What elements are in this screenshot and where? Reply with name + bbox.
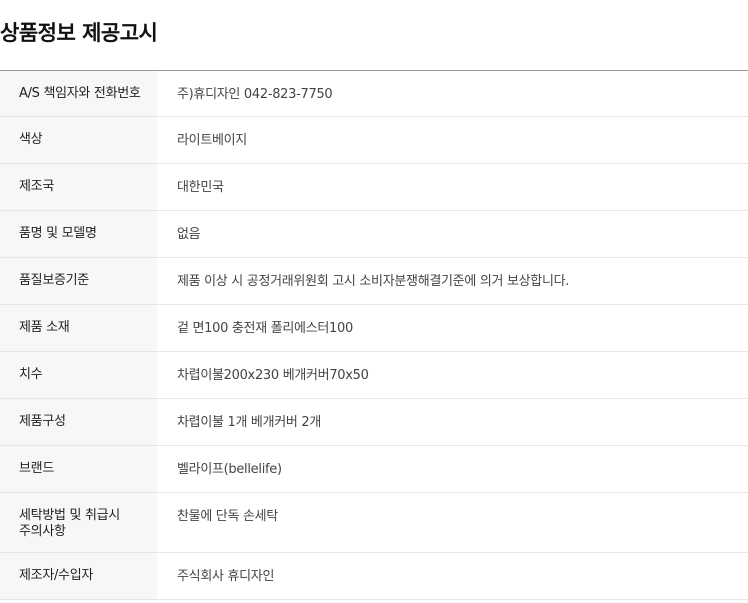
table-row: 품질보증기준 제품 이상 시 공정거래위원회 고시 소비자분쟁해결기준에 의거 … xyxy=(0,257,748,305)
row-value-size: 차렵이불200x230 베개커버70x50 xyxy=(177,368,369,383)
row-value-composition: 차렵이불 1개 베개커버 2개 xyxy=(177,415,322,430)
row-value-color: 라이트베이지 xyxy=(177,133,247,148)
table-row: 품명 및 모델명 없음 xyxy=(0,210,748,258)
row-label-material: 제품 소재 xyxy=(0,304,157,352)
page-title: 상품정보 제공고시 xyxy=(0,21,158,45)
row-value-care: 찬물에 단독 손세탁 xyxy=(177,509,278,524)
row-label-manufacturer: 제조자/수입자 xyxy=(0,552,157,600)
row-value-material: 겉 면100 충전재 폴리에스터100 xyxy=(177,321,353,336)
row-label-country: 제조국 xyxy=(0,163,157,211)
row-value-as-contact: 주)휴디자인 042-823-7750 xyxy=(177,87,333,102)
table-row: 브랜드 벨라이프(bellelife) xyxy=(0,445,748,493)
product-info-table: A/S 책임자와 전화번호 주)휴디자인 042-823-7750 색상 라이트… xyxy=(0,70,748,600)
table-row: 색상 라이트베이지 xyxy=(0,116,748,164)
table-row: 치수 차렵이불200x230 베개커버70x50 xyxy=(0,351,748,399)
row-value-warranty: 제품 이상 시 공정거래위원회 고시 소비자분쟁해결기준에 의거 보상합니다. xyxy=(177,274,570,289)
row-label-warranty: 품질보증기준 xyxy=(0,257,157,305)
table-row: A/S 책임자와 전화번호 주)휴디자인 042-823-7750 xyxy=(0,70,748,117)
row-label-size: 치수 xyxy=(0,351,157,399)
row-label-as-contact: A/S 책임자와 전화번호 xyxy=(0,70,157,117)
table-row: 제조자/수입자 주식회사 휴디자인 xyxy=(0,552,748,600)
row-label-care: 세탁방법 및 취급시 주의사항 xyxy=(0,492,157,553)
row-label-model: 품명 및 모델명 xyxy=(0,210,157,258)
row-label-color: 색상 xyxy=(0,116,157,164)
row-value-model: 없음 xyxy=(177,227,201,242)
table-row: 제품구성 차렵이불 1개 베개커버 2개 xyxy=(0,398,748,446)
row-label-brand: 브랜드 xyxy=(0,445,157,493)
row-value-brand: 벨라이프(bellelife) xyxy=(177,462,282,477)
table-row: 세탁방법 및 취급시 주의사항 찬물에 단독 손세탁 xyxy=(0,492,748,553)
row-value-country: 대한민국 xyxy=(177,180,224,195)
table-row: 제품 소재 겉 면100 충전재 폴리에스터100 xyxy=(0,304,748,352)
row-value-manufacturer: 주식회사 휴디자인 xyxy=(177,569,275,584)
row-label-composition: 제품구성 xyxy=(0,398,157,446)
table-row: 제조국 대한민국 xyxy=(0,163,748,211)
